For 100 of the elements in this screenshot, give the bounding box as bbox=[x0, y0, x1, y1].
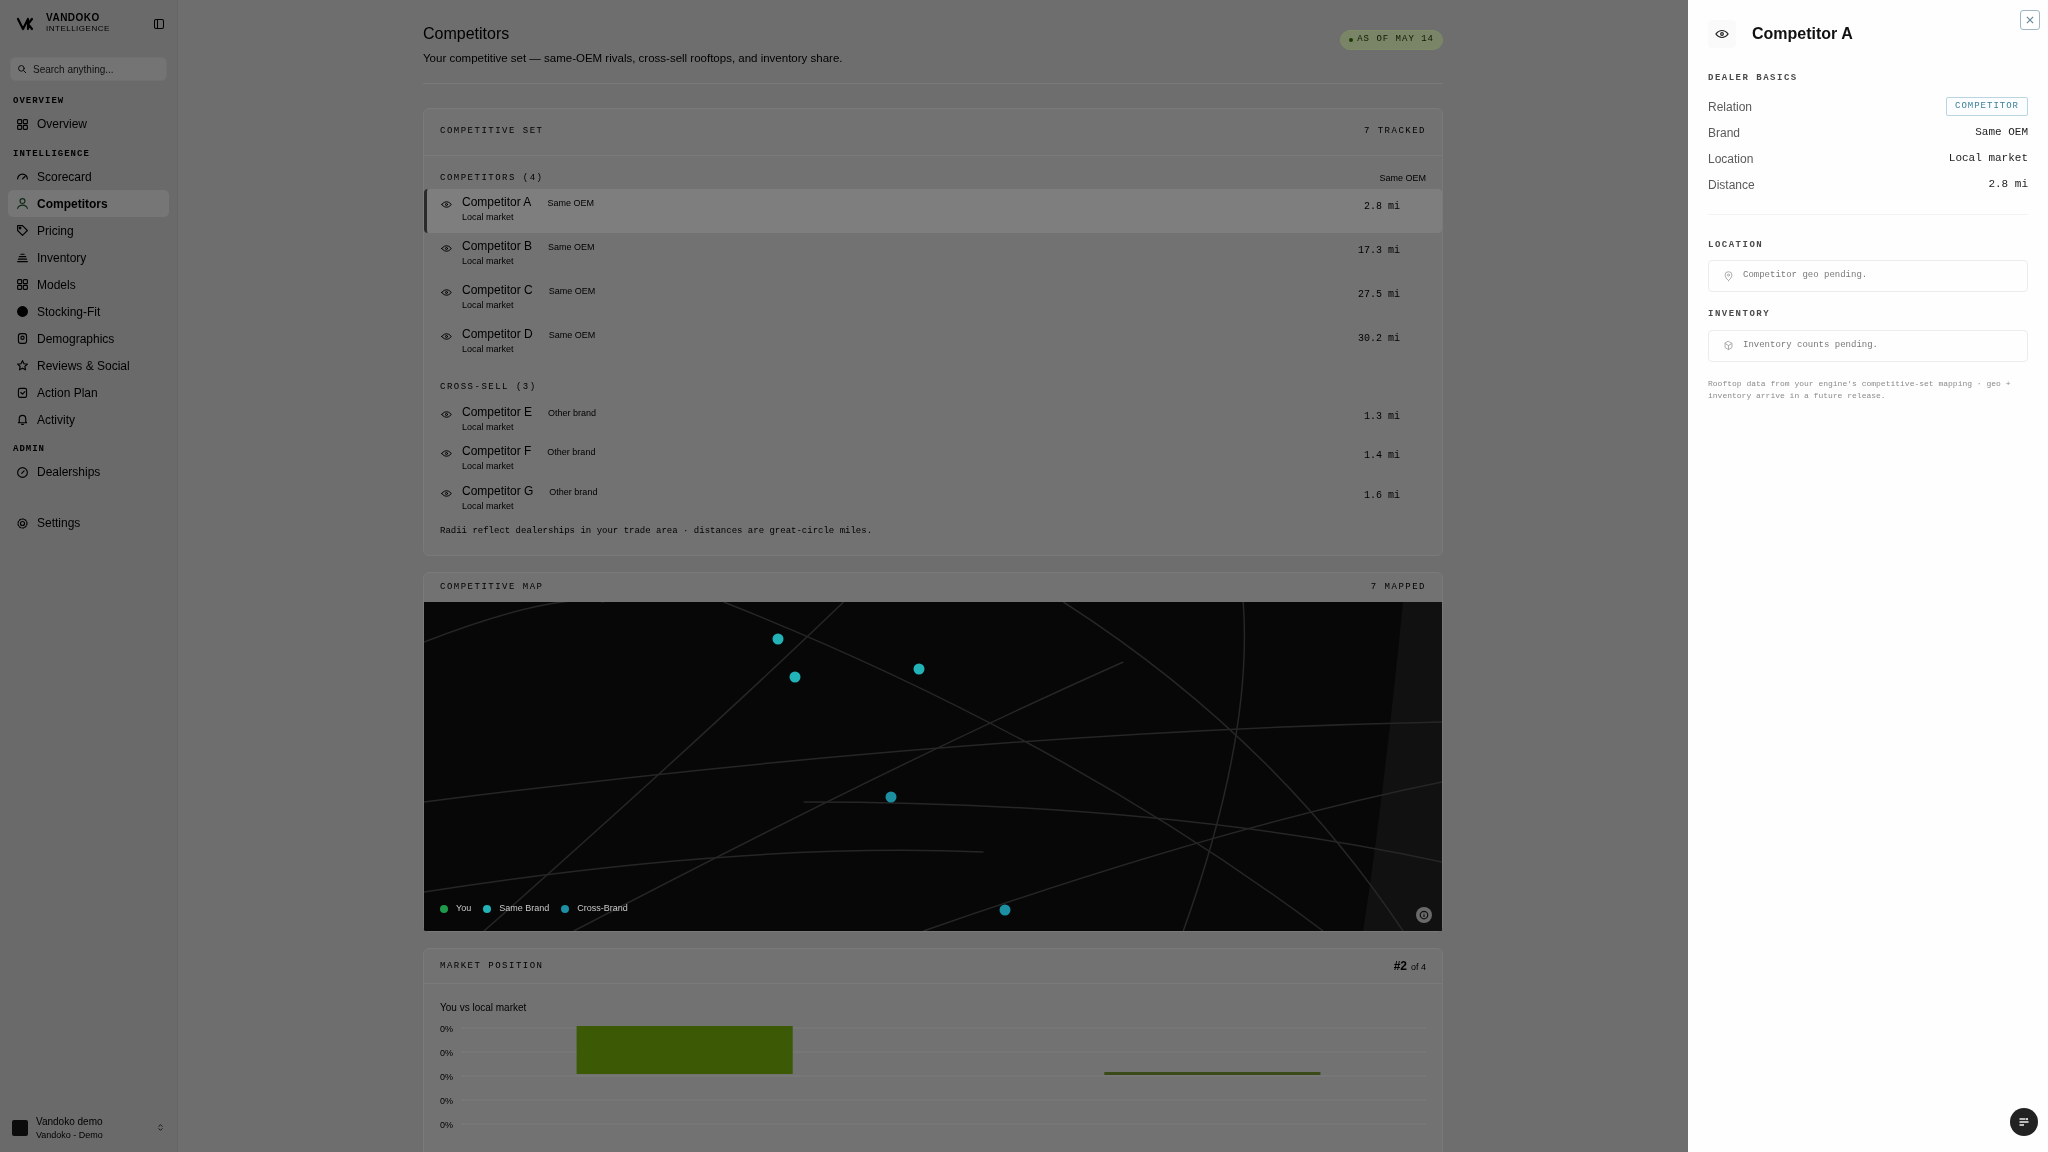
nav-item[interactable]: Reviews & Social bbox=[8, 352, 169, 379]
brand-tag: Same OEM bbox=[548, 285, 596, 299]
footnote: Radii reflect dealerships in your trade area · distances are great-circle miles. bbox=[439, 525, 874, 539]
nav-item[interactable]: Models bbox=[8, 271, 169, 298]
section-heading: LOCATION bbox=[1708, 238, 1765, 252]
brand-tag: Other brand bbox=[547, 446, 596, 460]
eye-icon bbox=[1715, 27, 1729, 41]
field-label: Relation bbox=[1708, 98, 1753, 116]
competitor-name: Competitor B bbox=[462, 238, 533, 256]
distance-value: 1.6 mi bbox=[1364, 488, 1401, 503]
grid-icon bbox=[16, 117, 29, 131]
circle-icon bbox=[16, 305, 29, 318]
nav-item[interactable]: Overview bbox=[8, 110, 169, 138]
competitor-row[interactable]: Competitor A Same OEM Local market 2.8 mi bbox=[424, 189, 1442, 234]
card-title: COMPETITIVE MAP bbox=[440, 580, 544, 594]
nav-item[interactable]: Stocking-Fit bbox=[8, 298, 169, 325]
brand-tag: Other brand bbox=[549, 485, 598, 500]
legend-label: Cross-Brand bbox=[577, 901, 628, 915]
grid-icon bbox=[16, 278, 29, 291]
panel-icon[interactable] bbox=[153, 17, 165, 30]
map-marker[interactable] bbox=[789, 671, 801, 683]
axis-label: 0% bbox=[440, 1047, 453, 1061]
map-marker[interactable] bbox=[999, 904, 1011, 916]
section-heading: DEALER BASICS bbox=[1708, 72, 1799, 85]
chart-subtitle: You vs local market bbox=[439, 1001, 528, 1016]
competitor-row[interactable]: Competitor E Other brand Local market 1.3 mi bbox=[424, 398, 1442, 439]
axis-label: 0% bbox=[440, 1095, 453, 1109]
relation-badge: COMPETITOR bbox=[1946, 96, 2028, 117]
eye-icon bbox=[441, 199, 452, 211]
location-text: Local market bbox=[462, 299, 515, 313]
location-text: Local market bbox=[462, 420, 515, 434]
brand-tag: Other brand bbox=[548, 406, 597, 421]
mapped-count: 7 MAPPED bbox=[1370, 580, 1426, 594]
location-text: Local market bbox=[462, 255, 515, 269]
brand-tag: Same OEM bbox=[548, 241, 595, 255]
page-title: Competitors bbox=[423, 24, 511, 44]
nav-item[interactable]: Competitors bbox=[8, 190, 169, 217]
distance-value: 17.3 mi bbox=[1358, 244, 1401, 259]
rank-value: #2 bbox=[1393, 958, 1407, 976]
distance-value: 27.5 mi bbox=[1358, 288, 1401, 303]
location-text: Local market bbox=[462, 343, 515, 357]
competitor-row[interactable]: Competitor F Other brand Local market 1.4 mi bbox=[424, 438, 1442, 478]
map-marker[interactable] bbox=[772, 633, 784, 645]
rank-total: of 4 bbox=[1411, 961, 1426, 975]
competitor-row[interactable]: Competitor G Other brand Local market 1.6 mi bbox=[424, 477, 1442, 518]
eye-icon bbox=[441, 287, 452, 299]
competitor-row[interactable]: Competitor B Same OEM Local market 17.3 mi bbox=[424, 233, 1442, 278]
bell-icon bbox=[16, 413, 29, 426]
nav-item[interactable]: Demographics bbox=[8, 325, 169, 352]
compass-icon bbox=[16, 465, 29, 479]
group-heading: CROSS-SELL (3) bbox=[440, 381, 537, 395]
map-marker[interactable] bbox=[885, 791, 897, 803]
chevron-icon[interactable] bbox=[156, 1123, 165, 1133]
gear-icon bbox=[16, 516, 29, 530]
distance-value: 1.3 mi bbox=[1364, 409, 1401, 424]
pin-icon bbox=[1723, 270, 1734, 282]
account-org: Vandoko - Demo bbox=[36, 1128, 104, 1142]
axis-label: 0% bbox=[440, 1023, 453, 1037]
competitor-name: Competitor D bbox=[462, 326, 533, 344]
section-heading: ADMIN bbox=[12, 443, 46, 456]
section-heading: INTELLIGENCE bbox=[12, 147, 91, 161]
page-subtitle: Your competitive set — same-OEM rivals, cross-sell rooftops, and inventory share. bbox=[423, 51, 843, 66]
nav-item[interactable]: Inventory bbox=[8, 244, 169, 271]
info-icon bbox=[1419, 910, 1429, 921]
nav-item[interactable]: Scorecard bbox=[8, 163, 169, 190]
axis-label: 0% bbox=[440, 1119, 453, 1133]
eye-icon bbox=[441, 408, 452, 420]
field-value: Local market bbox=[1948, 151, 2028, 167]
nav-item[interactable]: Action Plan bbox=[8, 379, 169, 406]
search-field[interactable]: Search anything... bbox=[10, 57, 167, 81]
competitor-row[interactable]: Competitor C Same OEM Local market 27.5 mi bbox=[424, 277, 1442, 322]
legend-label: Same Brand bbox=[499, 901, 550, 915]
nav-item[interactable]: Dealerships bbox=[8, 458, 169, 486]
stack-icon bbox=[16, 251, 29, 264]
nav-item[interactable]: Activity bbox=[8, 406, 169, 433]
drawer-title: Competitor A bbox=[1752, 24, 1853, 44]
competitor-name: Competitor C bbox=[462, 282, 533, 300]
eye-icon bbox=[441, 448, 452, 460]
card-title: MARKET POSITION bbox=[440, 959, 544, 973]
tracked-count: 7 TRACKED bbox=[1363, 125, 1426, 139]
map-marker[interactable] bbox=[913, 663, 924, 675]
location-text: Local market bbox=[462, 211, 515, 225]
close-button[interactable] bbox=[2020, 10, 2040, 30]
empty-state-text: Competitor geo pending. bbox=[1743, 269, 1868, 283]
field-label: Location bbox=[1708, 150, 1754, 168]
competitor-row[interactable]: Competitor D Same OEM Local market 30.2 mi bbox=[424, 321, 1442, 366]
competitor-name: Competitor A bbox=[462, 194, 532, 212]
gauge-icon bbox=[16, 170, 29, 183]
date-badge: AS OF MAY 14 bbox=[1340, 30, 1443, 50]
field-value: 2.8 mi bbox=[1988, 177, 2028, 193]
location-text: Local market bbox=[462, 460, 515, 474]
card-title: COMPETITIVE SET bbox=[440, 125, 544, 139]
section-heading: INVENTORY bbox=[1708, 308, 1772, 321]
distance-value: 2.8 mi bbox=[1364, 200, 1401, 215]
nav-item[interactable]: Settings bbox=[8, 509, 169, 537]
help-button[interactable] bbox=[2010, 1108, 2038, 1136]
badge-icon bbox=[16, 332, 29, 345]
nav-item[interactable]: Pricing bbox=[8, 217, 169, 244]
field-label: Distance bbox=[1708, 176, 1755, 194]
distance-value: 30.2 mi bbox=[1358, 332, 1401, 347]
